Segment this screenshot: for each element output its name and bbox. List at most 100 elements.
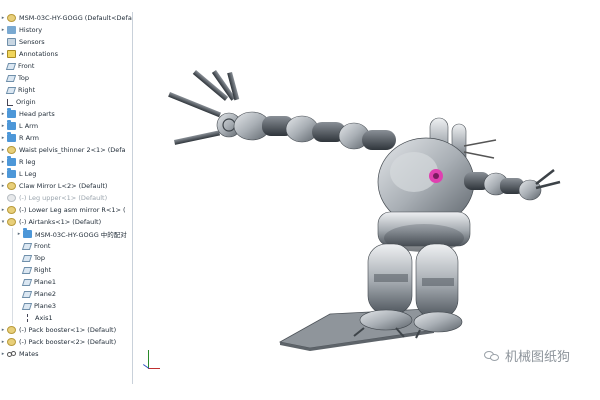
tree-item-plane2[interactable]: Plane2 xyxy=(0,288,132,300)
tree-item-annotations[interactable]: ▸ Annotations xyxy=(0,48,132,60)
tree-item-sub-right[interactable]: Right xyxy=(0,264,132,276)
tree-item-label: Sensors xyxy=(19,38,45,46)
tree-item-top-plane[interactable]: Top xyxy=(0,72,132,84)
tree-item-waist-pelvis[interactable]: ▸ Waist pelvis_thinner 2<1> (Defa xyxy=(0,144,132,156)
expand-icon[interactable]: ▸ xyxy=(0,111,6,117)
tree-item-label: Mates xyxy=(19,350,39,358)
tree-item-label: (-) Airtanks<1> (Default) xyxy=(19,218,102,226)
tree-root-label: MSM-03C-HY-GOGG (Default<Defaul xyxy=(19,14,133,22)
expand-icon[interactable]: ▸ xyxy=(0,135,6,141)
assembly-icon xyxy=(7,14,16,22)
tree-item-lower-leg-mirror[interactable]: ▸ (-) Lower Leg asm mirror R<1> ( xyxy=(0,204,132,216)
expand-icon[interactable]: ▸ xyxy=(0,123,6,129)
expand-icon[interactable]: ▸ xyxy=(0,327,6,333)
tree-item-plane1[interactable]: Plane1 xyxy=(0,276,132,288)
tree-item-label: Front xyxy=(18,62,35,70)
tree-item-r-leg[interactable]: ▸ R leg xyxy=(0,156,132,168)
axis-icon xyxy=(27,314,29,322)
expand-icon[interactable]: ▸ xyxy=(0,351,6,357)
legs xyxy=(353,243,463,339)
plane-icon xyxy=(5,74,17,82)
tree-item-airtanks[interactable]: ▾ (-) Airtanks<1> (Default) xyxy=(0,216,132,228)
plane-icon xyxy=(5,62,17,70)
right-arm xyxy=(464,169,561,201)
tree-item-label: Annotations xyxy=(19,50,59,58)
collapse-icon[interactable]: ▾ xyxy=(0,219,6,225)
tree-item-l-leg[interactable]: ▸ L Leg xyxy=(0,168,132,180)
tree-item-plane3[interactable]: Plane3 xyxy=(0,300,132,312)
part-icon xyxy=(7,182,16,190)
tree-item-pack-booster-1[interactable]: ▸ (-) Pack booster<1> (Default) xyxy=(0,324,132,336)
part-icon xyxy=(7,326,16,334)
tree-item-label: (-) Pack booster<1> (Default) xyxy=(19,326,117,334)
tree-item-origin[interactable]: Origin xyxy=(0,96,132,108)
tree-item-label: History xyxy=(19,26,43,34)
tree-item-mates-folder-child[interactable]: ▸ MSM-03C-HY-GOGG 中的配对 xyxy=(0,228,132,240)
expand-icon[interactable]: ▸ xyxy=(0,147,6,153)
expand-icon[interactable]: ▸ xyxy=(0,183,6,189)
expand-icon[interactable]: ▸ xyxy=(0,159,6,165)
left-claw xyxy=(168,69,242,145)
plane-icon xyxy=(5,86,17,94)
folder-icon xyxy=(23,228,32,238)
folder-icon xyxy=(7,132,16,142)
mates-icon xyxy=(7,350,16,358)
folder-icon xyxy=(7,108,16,118)
suppressed-part-icon xyxy=(7,194,16,202)
tree-item-label: Top xyxy=(18,74,29,82)
history-icon xyxy=(7,26,16,34)
wechat-icon xyxy=(484,350,500,362)
expand-icon[interactable]: ▸ xyxy=(0,27,6,33)
tree-item-leg-upper[interactable]: (-) Leg upper<1> (Default) xyxy=(0,192,132,204)
origin-icon xyxy=(7,98,13,106)
folder-icon xyxy=(7,120,16,130)
expand-icon[interactable]: ▸ xyxy=(0,51,6,57)
robot-model[interactable] xyxy=(134,12,600,384)
tree-item-label: Right xyxy=(34,266,52,274)
tree-item-sub-top[interactable]: Top xyxy=(0,252,132,264)
sensor-icon xyxy=(7,38,16,46)
tree-item-l-arm[interactable]: ▸ L Arm xyxy=(0,120,132,132)
tree-root-assembly[interactable]: ▸ MSM-03C-HY-GOGG (Default<Defaul xyxy=(0,12,133,24)
tree-item-r-arm[interactable]: ▸ R Arm xyxy=(0,132,132,144)
tree-item-sensors[interactable]: Sensors xyxy=(0,36,132,48)
expand-icon[interactable]: ▸ xyxy=(0,207,6,213)
tree-item-label: Claw Mirror L<2> (Default) xyxy=(19,182,108,190)
plane-icon xyxy=(21,266,33,274)
tree-item-label: Right xyxy=(18,86,36,94)
tree-item-head-parts[interactable]: ▸ Head parts xyxy=(0,108,132,120)
tree-item-label: L Arm xyxy=(19,122,39,130)
tree-item-label: Head parts xyxy=(19,110,55,118)
part-icon xyxy=(7,338,16,346)
plane-icon xyxy=(21,254,33,262)
tree-item-right-plane[interactable]: Right xyxy=(0,84,132,96)
tree-item-label: MSM-03C-HY-GOGG 中的配对 xyxy=(35,231,127,239)
tree-item-sub-front[interactable]: Front xyxy=(0,240,132,252)
tree-item-label: Plane2 xyxy=(34,290,56,298)
part-icon xyxy=(7,218,16,226)
expand-icon[interactable]: ▸ xyxy=(16,231,22,237)
tree-item-claw-mirror[interactable]: ▸ Claw Mirror L<2> (Default) xyxy=(0,180,132,192)
tree-item-label: Top xyxy=(34,254,45,262)
tree-item-history[interactable]: ▸ History xyxy=(0,24,132,36)
folder-icon xyxy=(7,168,16,178)
tree-item-label: (-) Pack booster<2> (Default) xyxy=(19,338,117,346)
tree-item-axis1[interactable]: Axis1 xyxy=(0,312,132,324)
tree-item-label: Axis1 xyxy=(35,314,53,322)
tree-item-label: Plane3 xyxy=(34,302,56,310)
feature-manager-tree: ▸ MSM-03C-HY-GOGG (Default<Defaul ▸ Hist… xyxy=(0,12,133,384)
plane-icon xyxy=(21,278,33,286)
plane-icon xyxy=(21,290,33,298)
expand-icon[interactable]: ▸ xyxy=(0,171,6,177)
tree-item-label: L Leg xyxy=(19,170,37,178)
expand-icon[interactable]: ▸ xyxy=(0,15,6,21)
expand-icon[interactable]: ▸ xyxy=(0,339,6,345)
tree-item-pack-booster-2[interactable]: ▸ (-) Pack booster<2> (Default) xyxy=(0,336,132,348)
tree-item-label: Waist pelvis_thinner 2<1> (Defa xyxy=(19,146,126,154)
graphics-viewport[interactable] xyxy=(134,12,600,384)
coordinate-triad-icon xyxy=(140,348,160,374)
plane-icon xyxy=(21,242,33,250)
tree-item-mates[interactable]: ▸ Mates xyxy=(0,348,132,360)
tree-item-front-plane[interactable]: Front xyxy=(0,60,132,72)
tree-item-label: (-) Lower Leg asm mirror R<1> ( xyxy=(19,206,126,214)
